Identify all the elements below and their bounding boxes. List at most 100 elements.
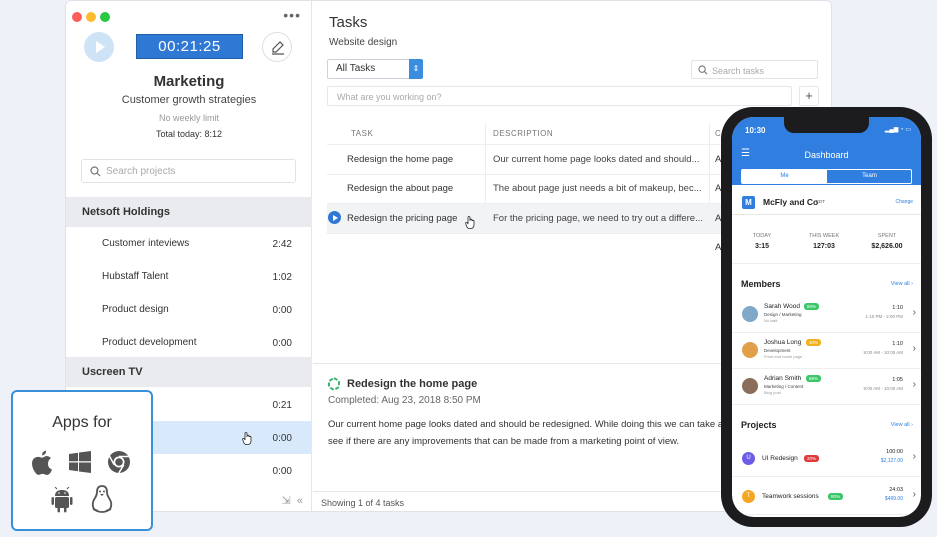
completed-task-icon [328,377,340,391]
start-task-button[interactable] [328,211,341,224]
member-time-range: 9:00 AM - 10:00 AM [863,386,903,391]
page-title: Tasks [329,14,368,31]
linux-icon [91,485,113,513]
hand-cursor-icon [465,216,475,229]
windows-icon [69,451,91,473]
member-name: Sarah Wood [764,303,801,310]
signal-battery-icon: ▂▄▆ ◔ ▭ [884,127,911,133]
task-name: Redesign the home page [347,154,454,165]
search-projects-placeholder: Search projects [106,166,176,177]
minimize-window-button[interactable] [86,12,96,22]
members-title: Members [741,279,781,289]
project-amount: $499.00 [884,496,903,502]
task-description: The about page just needs a bit of makeu… [493,183,702,194]
task-filter-select[interactable]: All Tasks ⇕ [327,59,423,79]
member-name: Joshua Long [764,339,802,346]
project-name: Product development [102,337,197,348]
member-hours: 1:10 [892,341,903,347]
task-completed-date: Completed: Aug 23, 2018 8:50 PM [328,395,481,406]
task-detail-title: Redesign the home page [347,378,478,390]
project-row[interactable]: T Teamwork sessions 80% 24:03 $499.00 › [732,477,921,515]
search-projects-input[interactable]: Search projects [81,159,296,183]
android-icon [51,487,73,513]
member-task: Blog post [764,390,781,395]
project-time: 1:02 [272,272,292,283]
chevron-right-icon: › [912,307,916,318]
project-title: Marketing [153,73,225,90]
project-time: 0:21 [272,400,292,411]
member-task: No task [764,318,778,323]
avatar [742,378,758,394]
project-amount: $2,127.00 [880,458,903,464]
projects-title: Projects [741,420,777,430]
collapse-sidebar-controls[interactable]: ⇲ « [282,494,303,507]
member-row[interactable]: Adrian Smith 65% Marketing / Content Blo… [732,369,921,405]
phone-screen: 10:30 ▂▄▆ ◔ ▭ ☰ Dashboard Me Team M McFl… [732,117,921,517]
activity-badge: 20% [804,455,820,462]
task-name: Redesign the about page [347,183,454,194]
task-description: Our current home page looks dated and sh… [493,154,700,165]
project-name: UI Redesign [762,455,798,462]
maximize-window-button[interactable] [100,12,110,22]
edit-note-button[interactable] [262,32,292,62]
project-time: 0:00 [272,338,292,349]
project-subtitle: Customer growth strategies [121,94,257,106]
project-name: Customer inteviews [102,238,190,249]
member-role: Design / Marketing [764,312,802,317]
activity-badge: 80% [804,303,820,310]
member-time-range: 9:00 AM - 10:00 AM [863,350,903,355]
stat-value: 3:15 [754,243,769,250]
stat-label: SPENT [877,233,897,239]
working-on-placeholder: What are you working on? [337,92,442,102]
hand-cursor-icon [242,432,252,445]
chevron-up-down-icon: ⇕ [409,59,423,79]
member-hours: 1:10 [892,305,903,311]
member-role: Development [764,348,791,353]
company-name: McFly and Co [763,197,819,207]
close-window-button[interactable] [72,12,82,22]
member-row[interactable]: Joshua Long 40% Development Front end ho… [732,333,921,369]
project-hours: 100:00 [886,449,903,455]
stat-label: THIS WEEK [808,233,840,239]
more-options-icon[interactable]: ••• [283,7,301,23]
task-filter-value: All Tasks [336,63,376,74]
members-view-all-link[interactable]: View all › [891,281,913,287]
edit-icon [272,41,284,55]
project-avatar: T [742,490,755,503]
sidebar-project-item[interactable]: Product development 0:00 [66,326,312,359]
apps-title: Apps for [52,414,112,431]
company-avatar: M [742,196,755,209]
page-subtitle: Website design [329,37,398,48]
member-time-range: 1:10 PM - 2:00 PM [865,314,903,319]
phone-title: Dashboard [804,150,849,160]
project-row[interactable]: U UI Redesign 20% 100:00 $2,127.00 › [732,439,921,477]
shrink-icon[interactable]: ⇲ [282,495,291,507]
working-on-input[interactable]: What are you working on? [327,86,792,106]
avatar [742,342,758,358]
search-tasks-input[interactable]: Search tasks [691,60,818,79]
sidebar-project-item[interactable]: Product design 0:00 [66,293,312,326]
project-time: 2:42 [272,239,292,250]
projects-view-all-link[interactable]: View all › [891,422,913,428]
collapse-icon[interactable]: « [297,495,303,507]
search-tasks-placeholder: Search tasks [712,66,765,76]
sidebar-project-item[interactable]: Customer inteviews 2:42 [66,227,312,260]
add-task-button[interactable]: + [799,86,819,106]
stat-value: 127:03 [813,243,835,250]
play-button[interactable] [84,32,114,62]
chevron-right-icon: › [912,379,916,390]
change-company-link[interactable]: Change [895,199,913,205]
task-name: Redesign the pricing page [347,213,458,224]
apps-platforms-card: Apps for [11,390,153,531]
tab-me[interactable]: Me [742,170,827,183]
member-row[interactable]: Sarah Wood 80% Design / Marketing No tas… [732,297,921,333]
company-row: M McFly and Co EDT Change [732,193,921,215]
member-task: Front end home page [764,354,803,359]
project-time: 0:00 [272,433,292,444]
tasks-count-status: Showing 1 of 4 tasks [321,498,405,508]
phone-clock: 10:30 [745,126,766,135]
chevron-right-icon: › [912,343,916,354]
tab-team[interactable]: Team [827,170,911,183]
sidebar-project-item[interactable]: Hubstaff Talent 1:02 [66,260,312,293]
project-hours: 24:03 [889,487,903,493]
